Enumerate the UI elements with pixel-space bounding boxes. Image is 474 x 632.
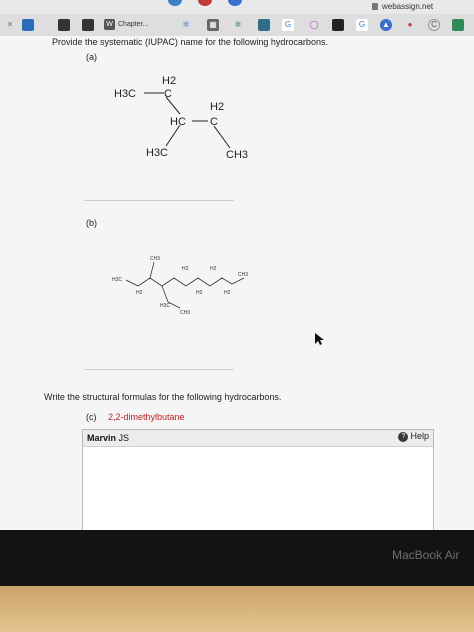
instruction-structural-formulas: Write the structural formulas for the fo… [44, 392, 282, 402]
ring-icon[interactable]: ◯ [308, 19, 320, 31]
sparkle-icon-2[interactable]: ✲ [232, 19, 244, 31]
help-icon: ? [398, 431, 409, 442]
address-bar-url[interactable]: webassign.net [382, 2, 433, 11]
instruction-name-hydrocarbons: Provide the systematic (IUPAC) name for … [52, 37, 328, 47]
laptop-brand-label: MacBook Air [392, 548, 460, 562]
atom-h3c-top: H3C [114, 88, 136, 100]
bird-icon[interactable] [22, 19, 34, 31]
molecule-b-h2-2: H2 [182, 266, 189, 272]
part-b-label: (b) [86, 218, 97, 228]
molecule-b-mid-branch: H3C [160, 303, 170, 309]
app-icon-dark[interactable] [332, 19, 344, 31]
browser-icon-blue-2[interactable] [228, 0, 242, 6]
book-icon-2[interactable] [82, 19, 94, 31]
molecule-b-chain [125, 277, 245, 287]
browser-screen: webassign.net ✕ W Chapter... ✲ ▦ ✲ G ◯ G … [0, 0, 474, 530]
molecule-b-h2-1: H2 [136, 290, 143, 296]
question-content: Provide the systematic (IUPAC) name for … [0, 36, 474, 530]
part-c-label: (c) [86, 412, 97, 422]
tab-chapter-label: Chapter... [118, 21, 149, 28]
upload-icon[interactable]: ▲ [380, 19, 392, 31]
molecule-b-left-end: H3C [112, 277, 122, 283]
part-c-compound-name: 2,2-dimethylbutane [108, 412, 185, 422]
browser-top-bar: webassign.net [0, 0, 474, 14]
molecule-b-top-branch-bond [149, 261, 155, 279]
bookmark-icon[interactable]: ✕ [4, 19, 16, 31]
atom-hc: HC [170, 116, 186, 128]
marvin-title-bold: Marvin [87, 433, 117, 443]
marvin-title: Marvin JS [87, 433, 129, 443]
tab-chapter[interactable]: W Chapter... [104, 18, 164, 32]
part-a-label: (a) [86, 52, 97, 62]
record-icon[interactable]: ● [404, 19, 416, 31]
help-label: Help [410, 431, 429, 441]
marvin-js-editor[interactable]: Marvin JS ? Help [82, 429, 434, 530]
webassign-icon: W [104, 18, 115, 30]
calendar-icon[interactable]: ▦ [207, 19, 219, 31]
marvin-toolbar: Marvin JS ? Help [83, 430, 433, 447]
sparkle-icon[interactable]: ✲ [180, 19, 192, 31]
answer-field-b[interactable] [84, 369, 234, 370]
atom-c-right: C [210, 116, 218, 128]
google-icon-1[interactable]: G [282, 19, 294, 31]
lock-icon [372, 3, 378, 10]
tab-bar: ✕ W Chapter... ✲ ▦ ✲ G ◯ G ▲ ● C [0, 14, 474, 37]
atom-h3c-bottom: H3C [146, 147, 168, 159]
atom-ch3: CH3 [226, 149, 248, 161]
browser-icon-red[interactable] [198, 0, 212, 6]
molecule-b-h2-3: H2 [196, 290, 203, 296]
help-button[interactable]: ? Help [398, 431, 429, 442]
atom-h2-right: H2 [210, 101, 224, 113]
molecule-b-mid-branch-bond [161, 285, 169, 303]
molecule-a-structure: H2 H3C C H2 HC C H3C CH3 [114, 75, 248, 161]
mouse-cursor-icon [315, 333, 324, 345]
google-icon-2[interactable]: G [356, 19, 368, 31]
molecule-b-right-end: CH3 [238, 272, 248, 278]
marvin-title-rest: JS [118, 433, 130, 443]
molecule-b-h2-4: H2 [210, 266, 217, 272]
bond-hc-h3c [165, 124, 181, 147]
book-icon-1[interactable] [58, 19, 70, 31]
molecule-b-mid-branch-end: CH3 [180, 310, 190, 316]
laptop-bezel: MacBook Air [0, 530, 474, 586]
bond-c-ch3 [213, 125, 231, 149]
molecule-b-structure: H3C CH3 H2 H2 H2 H2 H2 CH3 H3C CH3 [112, 256, 248, 316]
photo-icon[interactable] [258, 19, 270, 31]
atom-h2-top: H2 [162, 75, 176, 87]
browser-icon-blue[interactable] [168, 0, 182, 6]
circle-c-icon[interactable]: C [428, 19, 440, 31]
molecule-b-h2-5: H2 [224, 290, 231, 296]
molecule-b-top-branch: CH3 [150, 256, 160, 262]
shield-icon[interactable] [452, 19, 464, 31]
answer-field-a[interactable] [84, 200, 234, 201]
atom-c-top: C [164, 88, 172, 100]
laptop-keyboard-deck [0, 586, 474, 632]
